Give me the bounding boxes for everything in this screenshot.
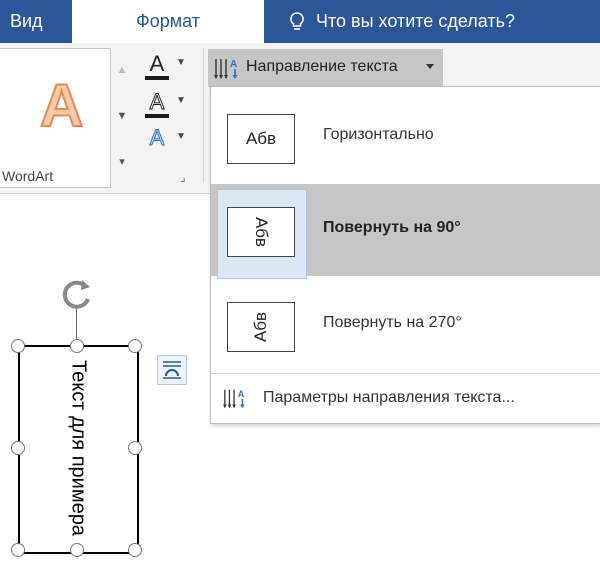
text-direction-label: Направление текста [246, 58, 398, 75]
resize-handle[interactable] [11, 339, 25, 353]
menu-item-rotate-90[interactable]: Абв Повернуть на 90° [211, 184, 600, 279]
ribbon-tab-bar: Вид Формат Что вы хотите сделать? [0, 0, 600, 43]
group-label-wordart: WordArt [2, 168, 54, 184]
resize-handle[interactable] [70, 543, 84, 557]
text-direction-menu: Абв Горизонтально Абв Повернуть на 90° А… [210, 86, 600, 424]
menu-item-label: Параметры направления текста... [263, 389, 515, 406]
outline-color-bar [145, 114, 169, 118]
svg-text:A: A [238, 389, 245, 399]
gallery-down-button[interactable]: ▼ [112, 94, 132, 138]
resize-handle[interactable] [128, 339, 142, 353]
menu-item-rotate-270[interactable]: Абв Повернуть на 270° [211, 279, 600, 371]
resize-handle[interactable] [128, 543, 142, 557]
gallery-up-button[interactable]: ▲ [112, 48, 132, 92]
text-fill-button[interactable]: A ▼ [142, 51, 192, 81]
resize-handle[interactable] [128, 441, 142, 455]
rotate-90-sample-icon: Абв [227, 207, 295, 257]
gallery-more-button[interactable]: ▾ [112, 140, 132, 184]
wordart-gallery[interactable]: A [0, 48, 111, 188]
horizontal-sample-icon: Абв [227, 114, 295, 164]
chevron-down-icon[interactable]: ▼ [176, 95, 186, 106]
layout-options-icon [163, 361, 181, 379]
resize-handle[interactable] [11, 441, 25, 455]
text-box-content[interactable]: Текст для примера [67, 360, 90, 536]
group-divider [203, 48, 204, 183]
resize-handle[interactable] [11, 543, 25, 557]
dialog-launcher-icon[interactable]: ⌟ [180, 170, 186, 184]
text-direction-icon: A [223, 389, 245, 409]
chevron-down-icon[interactable]: ▼ [176, 131, 186, 142]
rotate-handle-icon[interactable] [58, 277, 96, 311]
text-direction-button[interactable]: A Направление текста [208, 49, 443, 87]
layout-options-button[interactable] [157, 355, 187, 385]
rotate-270-sample-icon: Абв [227, 302, 295, 352]
menu-separator [211, 373, 600, 374]
text-direction-icon: A [214, 59, 238, 79]
menu-item-label: Повернуть на 270° [323, 314, 462, 331]
tell-me-box[interactable]: Что вы хотите сделать? [288, 0, 515, 43]
svg-text:A: A [230, 59, 237, 70]
lightbulb-icon [290, 12, 304, 30]
tab-format[interactable]: Формат [72, 0, 264, 43]
text-effects-button[interactable]: A ▼ [142, 125, 192, 155]
tell-me-text: Что вы хотите сделать? [316, 11, 515, 31]
chevron-down-icon[interactable]: ▼ [176, 57, 186, 68]
chevron-down-icon [426, 64, 434, 69]
menu-item-horizontal[interactable]: Абв Горизонтально [211, 91, 600, 183]
tab-view[interactable]: Вид [10, 0, 43, 43]
fill-color-bar [145, 76, 169, 80]
wordart-preview[interactable]: A [39, 71, 84, 140]
text-outline-button[interactable]: A ▼ [142, 89, 192, 119]
resize-handle[interactable] [70, 339, 84, 353]
menu-item-label: Горизонтально [323, 126, 434, 143]
menu-item-label: Повернуть на 90° [323, 219, 461, 236]
gallery-scroll: ▲ ▼ ▾ [112, 48, 132, 186]
text-effects-icon: A [149, 125, 165, 151]
menu-item-text-direction-options[interactable]: A Параметры направления текста... [211, 377, 600, 419]
